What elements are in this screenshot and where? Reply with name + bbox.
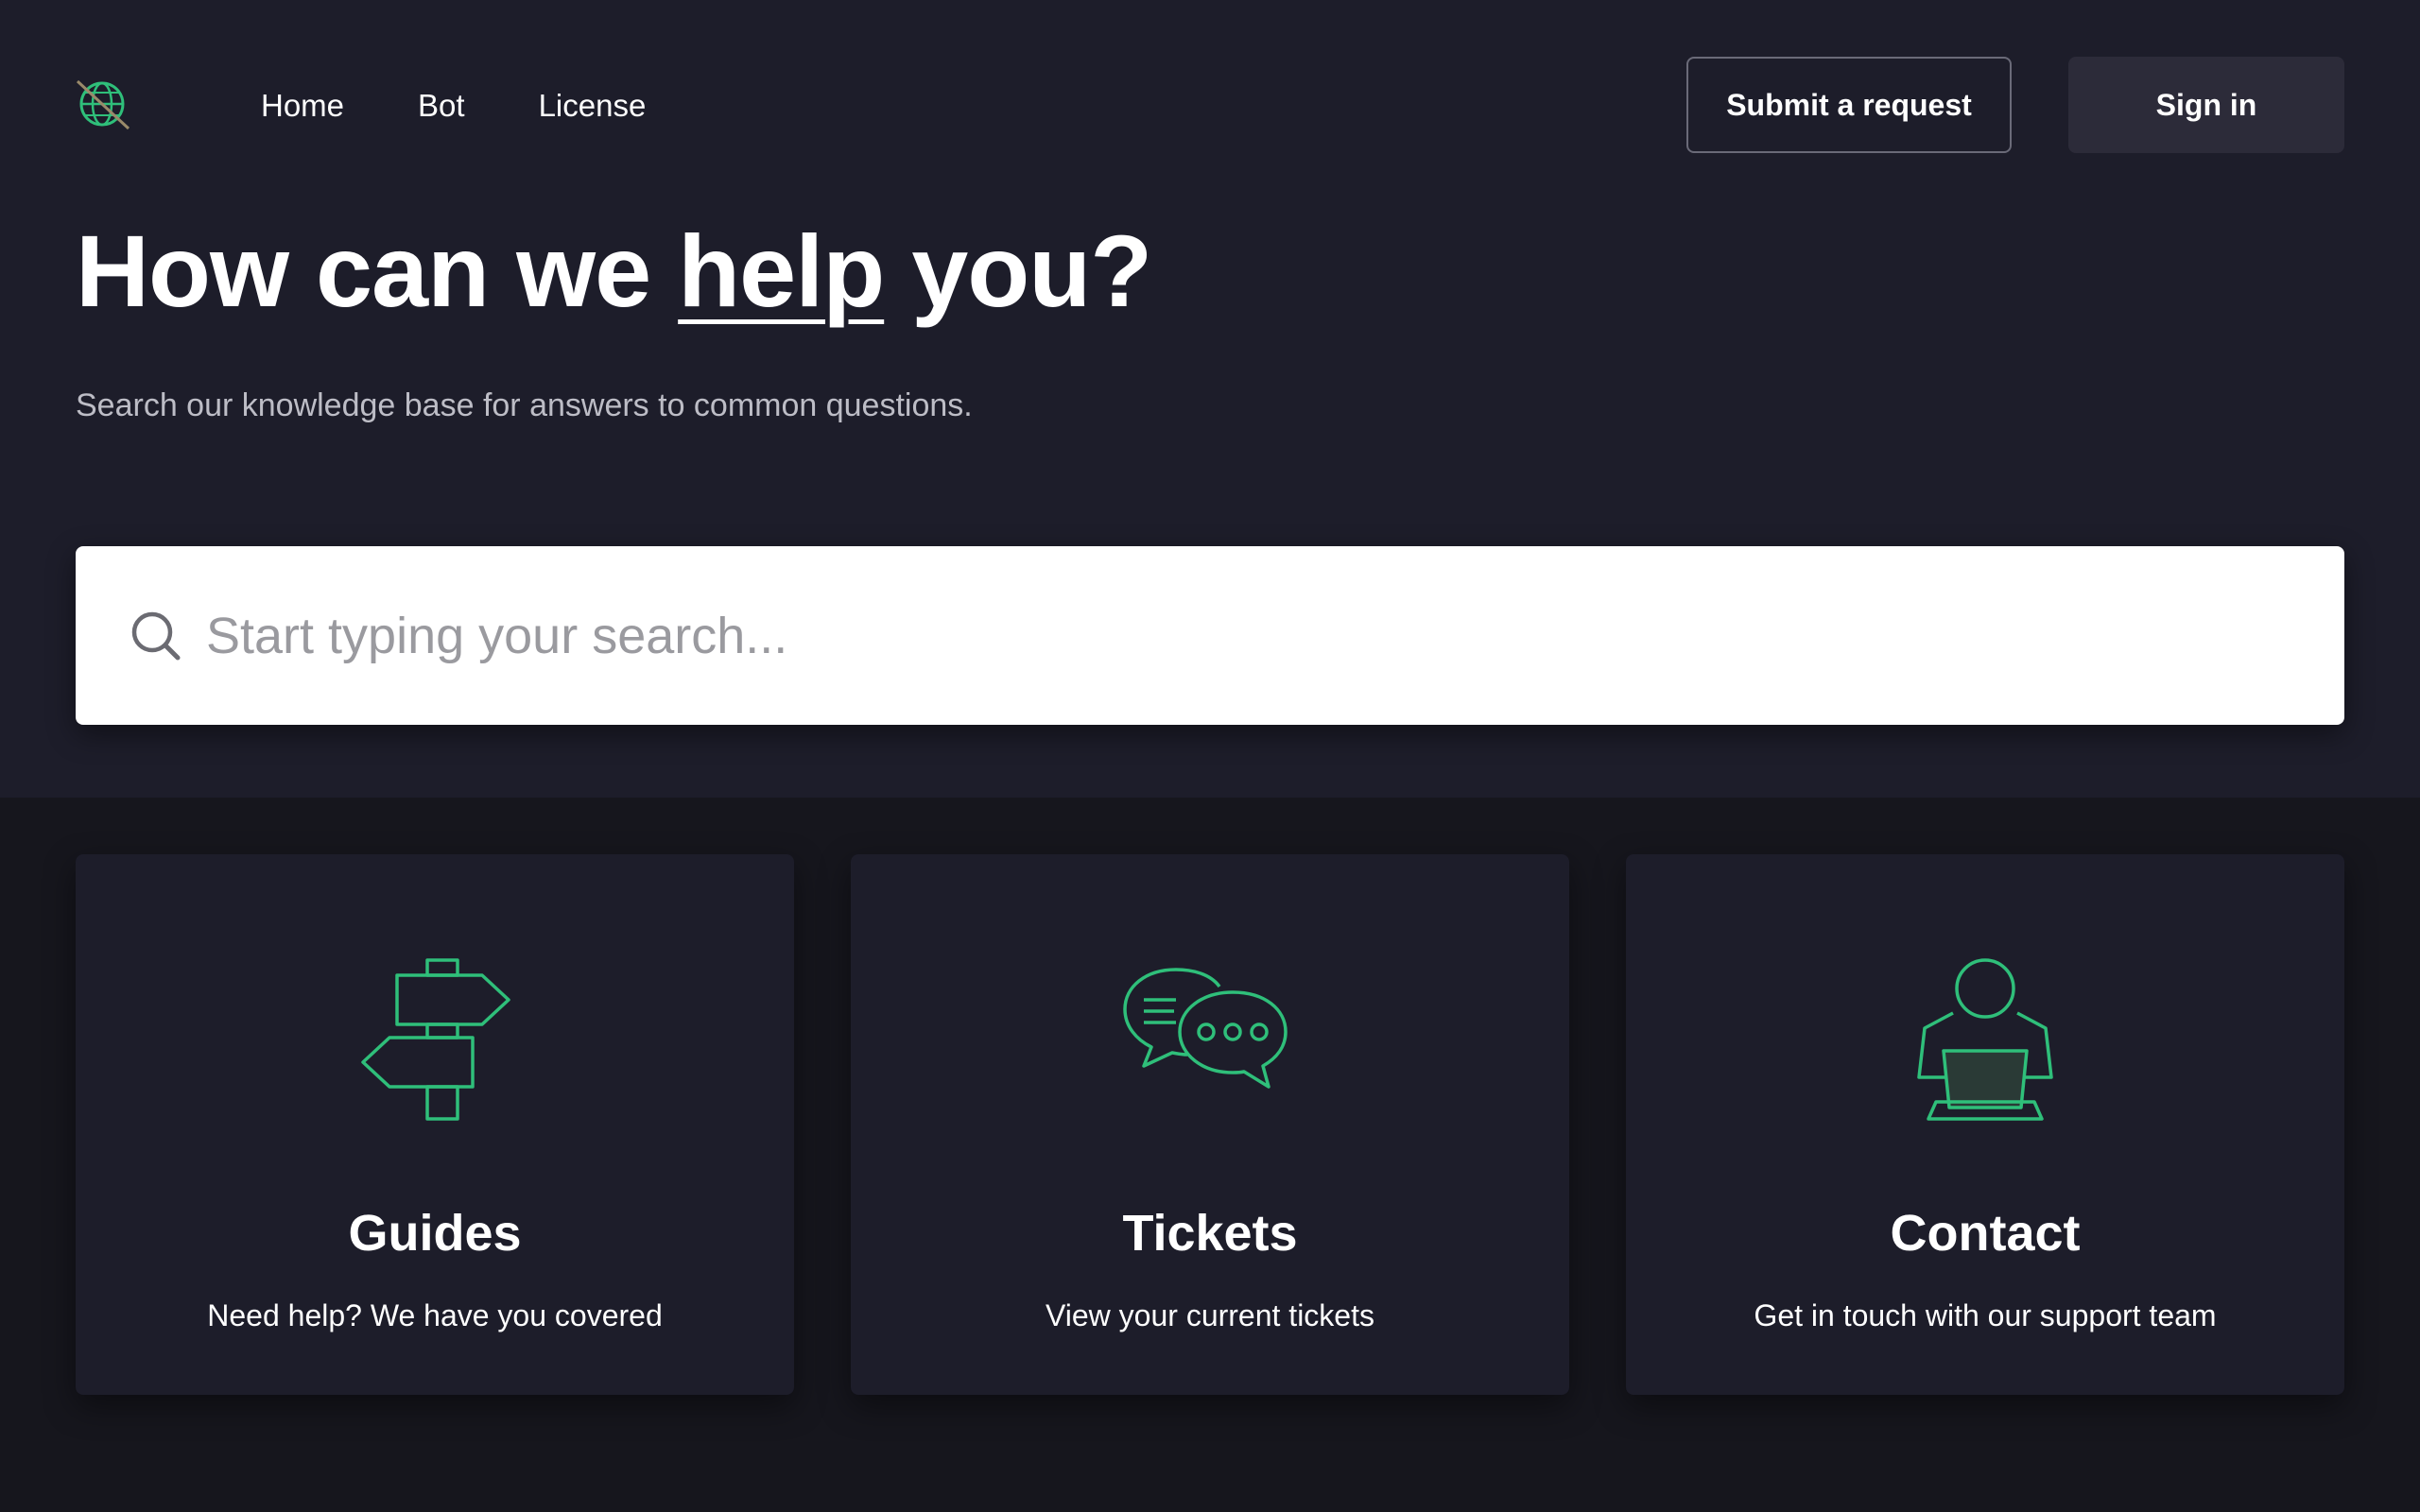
person-laptop-icon bbox=[1917, 958, 2053, 1121]
search-input[interactable] bbox=[206, 546, 2286, 725]
headline-pre: How can we bbox=[76, 214, 679, 328]
card-contact[interactable]: Contact Get in touch with our support te… bbox=[1626, 854, 2344, 1395]
headline-post: you? bbox=[884, 214, 1152, 328]
search-icon bbox=[131, 611, 181, 661]
card-title: Contact bbox=[1890, 1205, 2081, 1262]
headline-highlight: help bbox=[678, 214, 885, 328]
signpost-icon bbox=[361, 958, 510, 1121]
chat-bubbles-icon bbox=[1123, 968, 1288, 1089]
nav-home-link[interactable]: Home bbox=[261, 85, 344, 127]
globe-icon[interactable] bbox=[74, 76, 134, 136]
card-description: View your current tickets bbox=[1046, 1298, 1374, 1332]
submit-request-button[interactable]: Submit a request bbox=[1686, 57, 2012, 153]
card-description: Need help? We have you covered bbox=[207, 1298, 663, 1332]
nav-license-link[interactable]: License bbox=[539, 85, 647, 127]
nav-bot-link[interactable]: Bot bbox=[418, 85, 465, 127]
card-description: Get in touch with our support team bbox=[1754, 1298, 2217, 1332]
card-title: Tickets bbox=[1122, 1205, 1298, 1262]
card-tickets[interactable]: Tickets View your current tickets bbox=[851, 854, 1569, 1395]
page-subtitle: Search our knowledge base for answers to… bbox=[76, 387, 973, 423]
main-nav: Home Bot License bbox=[261, 85, 646, 127]
card-title: Guides bbox=[348, 1205, 522, 1262]
page-title: How can we help you? bbox=[76, 210, 1152, 333]
sign-in-button[interactable]: Sign in bbox=[2068, 57, 2344, 153]
search-bar bbox=[76, 546, 2344, 725]
card-guides[interactable]: Guides Need help? We have you covered bbox=[76, 854, 794, 1395]
